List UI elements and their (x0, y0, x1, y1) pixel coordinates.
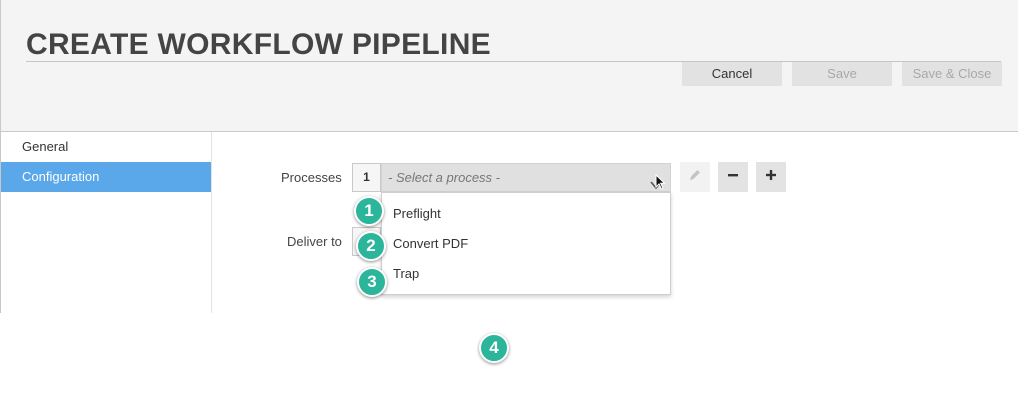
option-preflight[interactable]: Preflight (393, 204, 441, 224)
callout-badge-1: 1 (354, 196, 384, 226)
dialog-header: CREATE WORKFLOW PIPELINE Cancel Save Sav… (1, 0, 1018, 132)
processes-label: Processes (281, 170, 342, 185)
mouse-cursor-icon (655, 173, 666, 195)
option-trap[interactable]: Trap (393, 264, 419, 284)
deliver-to-label: Deliver to (287, 234, 342, 249)
option-convert-pdf[interactable]: Convert PDF (393, 234, 468, 254)
callout-badge-4: 4 (479, 333, 509, 363)
save-button[interactable]: Save (792, 62, 892, 86)
workflow-dialog: CREATE WORKFLOW PIPELINE Cancel Save Sav… (0, 0, 1018, 313)
sidebar-item-general[interactable]: General (1, 132, 211, 162)
callout-badge-3: 3 (357, 267, 387, 297)
sidebar-item-configuration[interactable]: Configuration (1, 162, 211, 192)
process-dropdown-menu: Preflight Convert PDF Trap (381, 192, 671, 295)
pencil-icon (688, 168, 702, 187)
cancel-button[interactable]: Cancel (682, 62, 782, 86)
callout-badge-2: 2 (356, 231, 386, 261)
process-select[interactable]: - Select a process - (381, 163, 671, 192)
sidebar: General Configuration (1, 132, 212, 313)
save-and-close-button[interactable]: Save & Close (902, 62, 1002, 86)
process-select-placeholder: - Select a process - (388, 170, 500, 185)
add-process-button[interactable] (756, 162, 786, 192)
page-title: CREATE WORKFLOW PIPELINE (26, 28, 491, 61)
process-index: 1 (352, 163, 381, 192)
edit-process-button[interactable] (680, 162, 710, 192)
minus-icon (727, 168, 739, 186)
remove-process-button[interactable] (718, 162, 748, 192)
plus-icon (765, 168, 777, 186)
